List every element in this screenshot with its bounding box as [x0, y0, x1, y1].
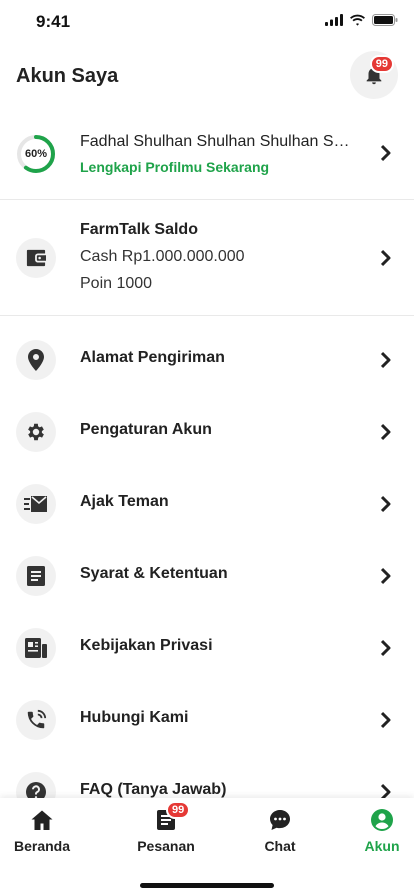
- nav-label: Beranda: [13, 838, 71, 854]
- saldo-poin: Poin 1000: [80, 275, 153, 292]
- divider: [0, 199, 414, 200]
- menu-icon-container: [16, 484, 56, 524]
- menu-label: Hubungi Kami: [80, 709, 189, 726]
- notification-badge: 99: [369, 55, 394, 73]
- menu-item-hubungi-kami[interactable]: Hubungi Kami: [0, 684, 414, 756]
- orders-badge: 99: [166, 801, 191, 819]
- chevron-right-icon: [380, 249, 391, 267]
- saldo-title: FarmTalk Saldo: [80, 221, 198, 238]
- home-indicator: [140, 883, 274, 888]
- notification-button[interactable]: 99: [350, 51, 398, 99]
- menu-label: Ajak Teman: [80, 493, 169, 510]
- nav-item-akun[interactable]: Akun: [332, 808, 414, 858]
- divider: [0, 315, 414, 316]
- profile-row[interactable]: 60% Fadhal Shulhan Shulhan Shulhan Shulh…: [0, 118, 414, 188]
- nav-label: Pesanan: [137, 838, 195, 854]
- nav-item-beranda[interactable]: Beranda: [0, 808, 92, 858]
- menu-item-alamat-pengiriman[interactable]: Alamat Pengiriman: [0, 324, 414, 396]
- menu-label: Syarat & Ketentuan: [80, 565, 228, 582]
- status-time: 9:41: [36, 12, 71, 31]
- status-bar: 9:41: [0, 0, 414, 44]
- nav-label: Chat: [264, 838, 296, 854]
- saldo-row[interactable]: FarmTalk Saldo Cash Rp1.000.000.000 Poin…: [0, 212, 414, 304]
- chevron-right-icon: [380, 495, 391, 513]
- menu-label: Kebijakan Privasi: [80, 637, 213, 654]
- battery-icon: [372, 14, 398, 26]
- profile-name: Fadhal Shulhan Shulhan Shulhan Shulhan S…: [80, 133, 358, 150]
- menu-label: Alamat Pengiriman: [80, 349, 225, 366]
- chevron-right-icon: [380, 567, 391, 585]
- page-title: Akun Saya: [16, 65, 119, 87]
- chevron-right-icon: [380, 144, 391, 162]
- saldo-cash: Cash Rp1.000.000.000: [80, 248, 245, 265]
- signal-icon: [325, 14, 343, 26]
- nav-label: Akun: [364, 838, 400, 854]
- menu-item-ajak-teman[interactable]: Ajak Teman: [0, 468, 414, 540]
- document-icon: [27, 566, 45, 586]
- menu-icon-container: [16, 340, 56, 380]
- complete-profile-link[interactable]: Lengkapi Profilmu Sekarang: [80, 159, 269, 175]
- chevron-right-icon: [380, 711, 391, 729]
- nav-item-chat[interactable]: Chat: [230, 808, 330, 858]
- gear-icon: [28, 423, 44, 441]
- nav-item-pesanan[interactable]: 99 Pesanan: [116, 801, 216, 858]
- menu-item-kebijakan-privasi[interactable]: Kebijakan Privasi: [0, 612, 414, 684]
- phone-call-icon: [27, 709, 47, 729]
- menu-icon-container: [16, 412, 56, 452]
- wallet-icon: [26, 249, 46, 267]
- policy-icon: [25, 638, 47, 658]
- menu-icon-container: [16, 628, 56, 668]
- chat-icon: [270, 810, 290, 830]
- status-icons: [325, 14, 398, 26]
- home-icon: [31, 810, 53, 830]
- header: Akun Saya 99: [0, 50, 414, 104]
- wallet-icon-container: [16, 238, 56, 278]
- location-pin-icon: [28, 349, 44, 371]
- menu-icon-container: [16, 556, 56, 596]
- menu-item-syarat-ketentuan[interactable]: Syarat & Ketentuan: [0, 540, 414, 612]
- chevron-right-icon: [380, 639, 391, 657]
- chevron-right-icon: [380, 423, 391, 441]
- mail-send-icon: [24, 496, 47, 512]
- wifi-icon: [350, 14, 365, 26]
- menu-item-pengaturan-akun[interactable]: Pengaturan Akun: [0, 396, 414, 468]
- chevron-right-icon: [380, 351, 391, 369]
- account-icon: [371, 809, 393, 831]
- menu-label: Pengaturan Akun: [80, 421, 212, 438]
- profile-progress-label: 60%: [24, 148, 48, 160]
- menu-label: FAQ (Tanya Jawab): [80, 781, 227, 798]
- bottom-nav: Beranda 99 Pesanan Chat Akun: [0, 798, 414, 896]
- menu-icon-container: [16, 700, 56, 740]
